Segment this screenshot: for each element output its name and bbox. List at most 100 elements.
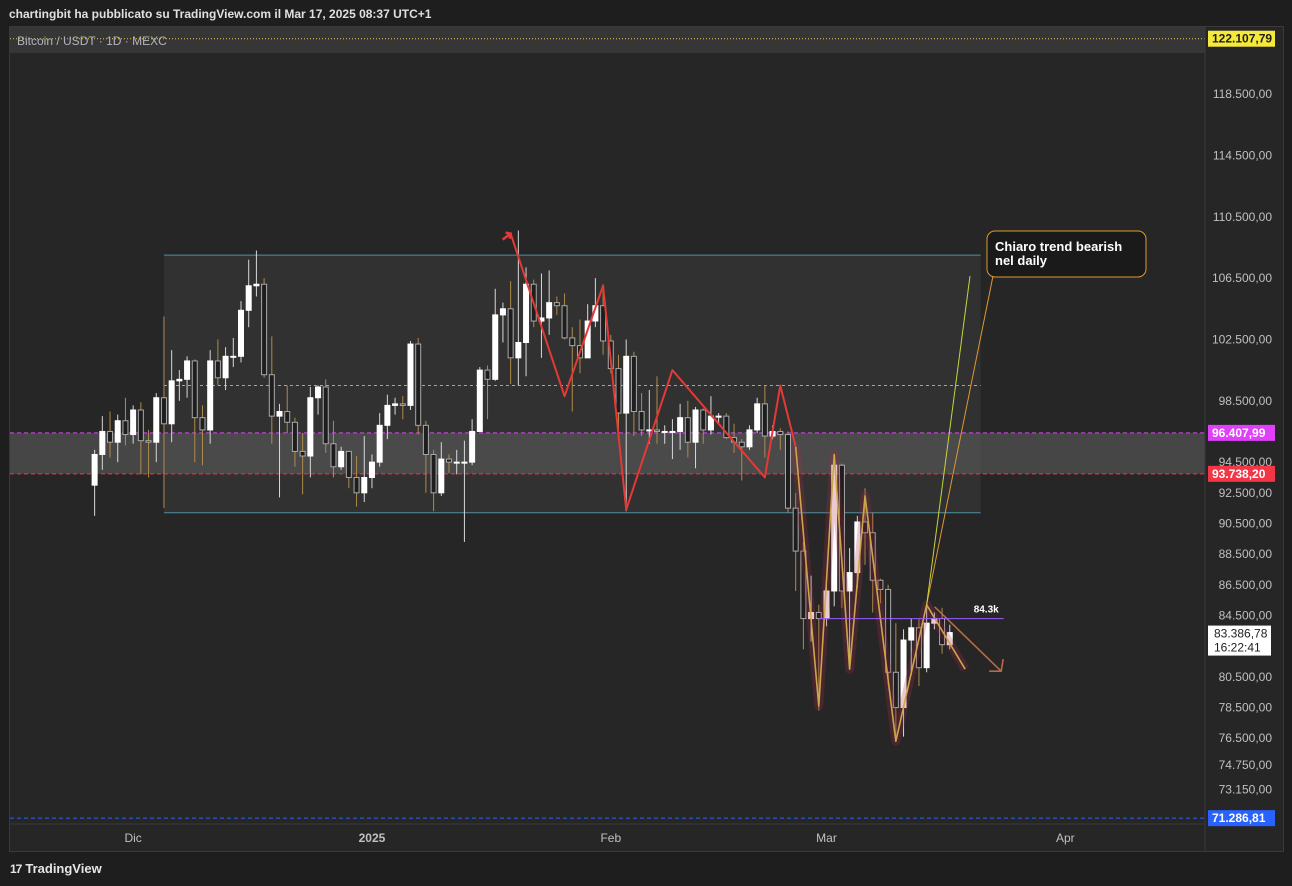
x-tick-label: Mar [816,831,837,845]
current-price-label: 83.386,78 [1214,627,1268,641]
price-label: 93.738,20 [1212,467,1266,481]
candle-body [492,314,499,380]
candle-body [715,415,722,418]
candle [237,301,244,363]
candle-body [184,360,191,380]
candle-body [368,461,375,478]
x-tick-label: Dic [124,831,141,845]
candle-body [908,627,915,641]
candle-body [499,308,506,316]
brand-name: TradingView [25,861,102,876]
candle [407,340,414,410]
annotation-level-label: 84.3k [974,605,999,616]
candle-body [469,430,476,463]
candle-body [291,421,298,452]
y-tick-label: 74.750,00 [1219,758,1273,772]
candle-body [661,430,668,433]
candle-body [145,440,152,443]
candle-body [114,420,121,443]
candle-body [415,343,422,426]
candle [322,379,329,453]
candle-body [176,378,183,382]
candle-countdown: 16:22:41 [1214,641,1261,655]
candle [91,449,98,516]
y-tick-label: 118.500,00 [1213,87,1272,101]
candle-body [199,417,206,431]
candle-body [677,417,684,432]
candle-body [684,417,691,443]
candle-body [153,397,160,443]
candle-body [261,283,268,376]
candle-body [322,386,329,445]
candle-body [453,461,460,464]
y-tick-label: 102.500,00 [1212,332,1272,346]
candle-body [130,409,137,436]
candle-body [484,369,491,380]
y-tick-label: 98.500,00 [1219,394,1273,408]
candle-body [546,302,553,319]
y-tick-label: 80.500,00 [1219,670,1273,684]
candle-body [237,309,244,357]
candle-body [553,302,560,307]
candle-body [107,430,114,443]
symbol-band [10,27,1205,53]
candle-body [422,424,429,455]
candle-body [461,461,468,464]
footer-bar [0,852,1292,886]
y-tick-label: 73.150,00 [1219,783,1273,797]
candle-body [438,458,445,494]
candle-body [91,453,98,486]
candle-body [738,441,745,448]
candle-body [207,360,214,431]
x-tick-label: Apr [1056,831,1075,845]
callout-text-line2: nel daily [995,253,1048,268]
y-tick-label: 106.500,00 [1212,271,1272,285]
candle-body [784,434,791,509]
candle-body [338,450,345,468]
y-tick-label: 86.500,00 [1219,578,1273,592]
candle-body [99,430,106,455]
candle-body [523,283,530,344]
price-label: 96.407,99 [1212,426,1266,440]
candle-body [361,476,368,494]
candle-body [430,453,437,494]
price-chart[interactable]: 84.3k Chiaro trend bearishnel daily 118.50… [0,0,1292,886]
candle-body [623,355,630,414]
candle-body [214,360,221,379]
y-tick-label: 84.500,00 [1219,609,1273,623]
candle-body [646,429,653,432]
candle-body [222,355,229,379]
callout-text-line1: Chiaro trend bearish [995,239,1122,254]
candle-body [399,403,406,406]
candle-body [353,476,360,494]
candle [784,431,791,513]
y-tick-label: 90.500,00 [1219,516,1273,530]
y-tick-label: 78.500,00 [1219,701,1273,715]
candle-body [777,430,784,436]
candle-body [299,450,306,457]
plot-area: 84.3k Chiaro trend bearishnel daily [10,27,1205,819]
candle-body [384,404,391,426]
y-tick-label: 92.500,00 [1219,486,1273,500]
candle-body [315,386,322,399]
y-tick-label: 110.500,00 [1213,210,1272,224]
price-label: 122.107,79 [1212,32,1272,46]
candle-body [692,409,699,443]
candle-body [137,409,144,442]
candle-body [230,355,237,358]
candle-body [754,403,761,431]
candle-body [654,429,661,432]
x-tick-label: 2025 [359,831,386,845]
symbol-title: Bitcoin / USDT · 1D · MEXC [17,34,167,48]
candle-body [746,429,753,448]
candle-body [330,443,337,468]
x-tick-label: Feb [600,831,621,845]
candle-body [507,308,514,359]
candle-body [376,424,383,463]
tradingview-logo[interactable]: 17 TradingView [10,861,102,876]
candle-body [638,411,645,431]
candle-body [700,409,707,431]
candle-body [191,360,198,419]
y-tick-label: 88.500,00 [1219,547,1273,561]
candle-body [284,411,291,423]
